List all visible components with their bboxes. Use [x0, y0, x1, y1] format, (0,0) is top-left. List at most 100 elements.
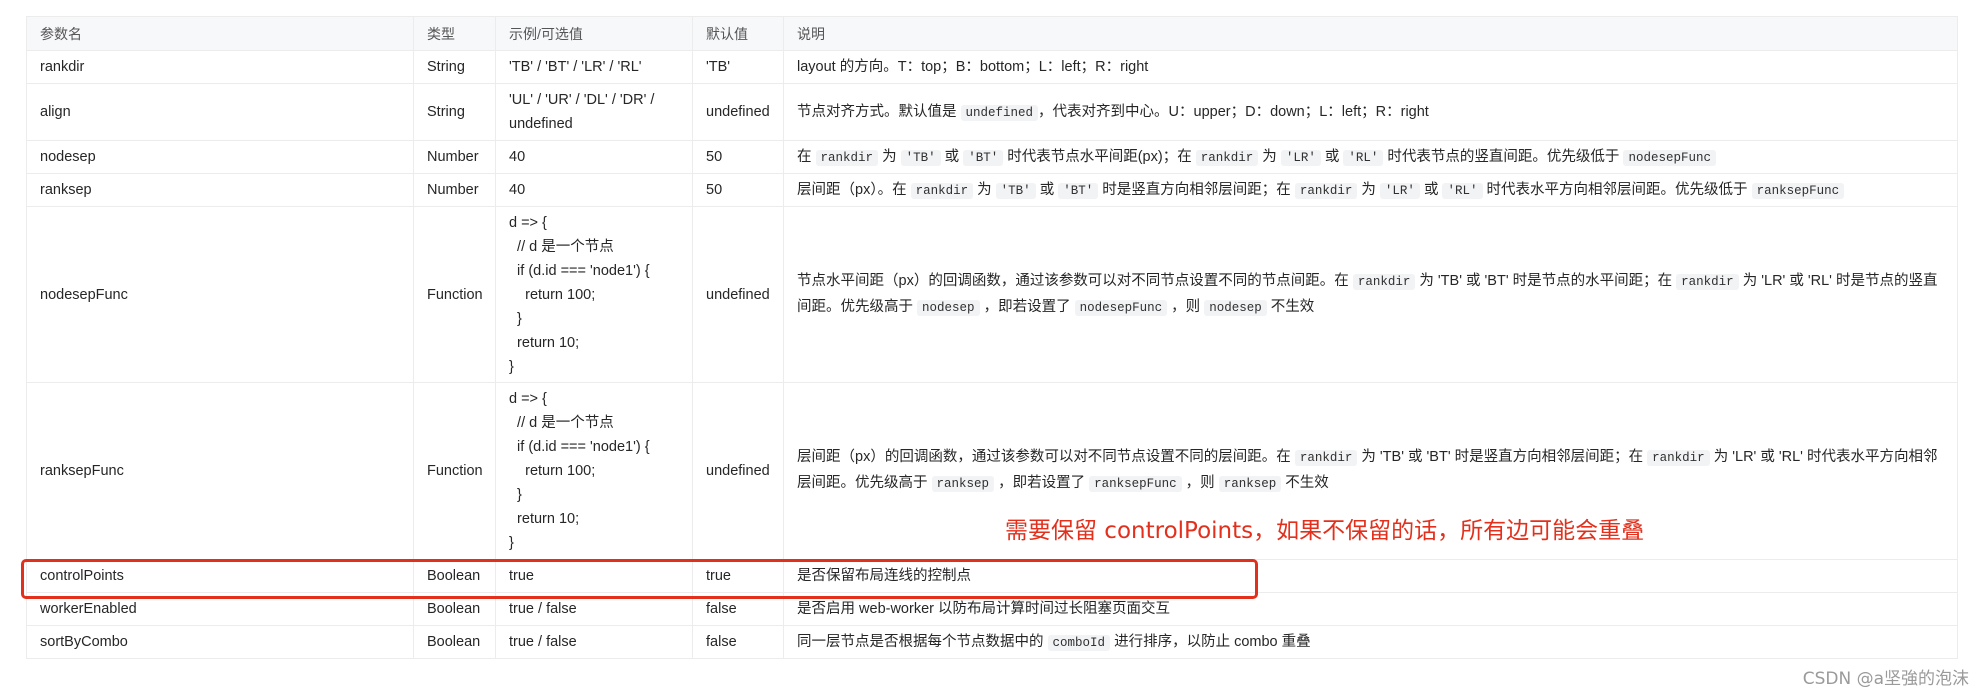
param-name: rankdir [26, 50, 414, 84]
inline-code: rankdir [1294, 182, 1358, 199]
param-name: nodesepFunc [26, 206, 414, 383]
desc-text: ，则 [1167, 298, 1205, 315]
desc-text: 或 [1419, 181, 1443, 198]
inline-code: undefined [960, 104, 1039, 121]
desc-text: 不生效 [1281, 475, 1329, 491]
desc-text: 时是竖直方向相邻层间距；在 [1098, 181, 1295, 198]
inline-code: nodesepFunc [1623, 149, 1716, 166]
inline-code: rankdir [1647, 450, 1710, 466]
param-example: d => { // d 是一个节点 if (d.id === 'node1') … [495, 382, 693, 560]
param-desc: 同一层节点是否根据每个节点数据中的 comboId 进行排序，以防止 combo… [783, 625, 1958, 659]
inline-code: comboId [1047, 634, 1111, 651]
desc-text: 在 [797, 148, 816, 165]
inline-code: nodesep [1204, 299, 1267, 316]
desc-text: 为 'TB' 或 'BT' 时是竖直方向相邻层间距；在 [1357, 449, 1648, 465]
param-default: 50 [692, 140, 784, 174]
table-header-row: 参数名 类型 示例/可选值 默认值 说明 [26, 16, 1958, 51]
param-type: String [413, 50, 496, 84]
inline-code: nodesep [917, 299, 980, 316]
header-type: 类型 [413, 16, 496, 51]
watermark: CSDN @a坚強的泡沫 [1802, 669, 1969, 689]
param-desc: 节点水平间距（px）的回调函数，通过该参数可以对不同节点设置不同的节点间距。在 … [783, 206, 1958, 383]
param-default: undefined [692, 206, 784, 383]
desc-text: 时代表节点的竖直间距。优先级低于 [1383, 148, 1624, 165]
inline-code: ranksepFunc [1751, 182, 1845, 199]
param-type: String [413, 83, 496, 141]
param-name: nodesep [26, 140, 414, 174]
inline-code: ranksep [931, 476, 995, 492]
inline-code: rankdir [1294, 450, 1358, 466]
param-type: Boolean [413, 625, 496, 659]
inline-code: ranksepFunc [1089, 476, 1182, 492]
param-name: ranksep [26, 173, 414, 207]
param-example: true / false [495, 625, 693, 659]
inline-code: 'RL' [1442, 182, 1483, 199]
inline-code: rankdir [1195, 149, 1259, 166]
param-example: 40 [495, 140, 693, 174]
desc-text: 为 [973, 181, 996, 198]
desc-text: 为 [878, 148, 901, 165]
desc-text: 节点水平间距（px）的回调函数，通过该参数可以对不同节点设置不同的节点间距。在 [797, 272, 1353, 289]
desc-text: 或 [940, 148, 964, 165]
param-default: undefined [692, 83, 784, 141]
param-desc: layout 的方向。T：top；B：bottom；L：left；R：right [783, 50, 1958, 84]
param-desc: 层间距（px）。在 rankdir 为 'TB' 或 'BT' 时是竖直方向相邻… [783, 173, 1958, 207]
desc-text: 层间距（px）的回调函数，通过该参数可以对不同节点设置不同的层间距。在 [797, 449, 1295, 465]
param-example: d => { // d 是一个节点 if (d.id === 'node1') … [495, 206, 693, 383]
header-example: 示例/可选值 [495, 16, 693, 51]
inline-code: 'RL' [1343, 149, 1384, 166]
table-row: sortByCombo Boolean true / false false 同… [26, 625, 1958, 659]
desc-text: ，即若设置了 [979, 298, 1075, 315]
param-type: Number [413, 140, 496, 174]
desc-text: 同一层节点是否根据每个节点数据中的 [797, 633, 1048, 650]
inline-code: rankdir [815, 149, 879, 166]
desc-text: 时代表水平方向相邻层间距。优先级低于 [1482, 181, 1752, 198]
table-row: ranksep Number 40 50 层间距（px）。在 rankdir 为… [26, 173, 1958, 207]
param-default: undefined [692, 382, 784, 560]
table-row: align String 'UL' / 'UR' / 'DL' / 'DR' /… [26, 83, 1958, 141]
param-default: 'TB' [692, 50, 784, 84]
table-row: ranksepFunc Function d => { // d 是一个节点 i… [26, 382, 1958, 560]
header-name: 参数名 [26, 16, 414, 51]
param-type: Number [413, 173, 496, 207]
inline-code: 'TB' [900, 149, 941, 166]
param-desc: 节点对齐方式。默认值是 undefined ，代表对齐到中心。U：upper；D：… [783, 83, 1958, 141]
param-type: Function [413, 382, 496, 560]
inline-code: rankdir [1676, 273, 1739, 290]
param-name: sortByCombo [26, 625, 414, 659]
header-default: 默认值 [692, 16, 784, 51]
param-example: 40 [495, 173, 693, 207]
param-default: 50 [692, 173, 784, 207]
desc-text: 节点对齐方式。默认值是 [797, 103, 961, 120]
inline-code: ranksep [1218, 476, 1282, 492]
inline-code: 'LR' [1280, 149, 1321, 166]
desc-text: ，代表对齐到中心。U：upper；D：down；L：left；R：right [1038, 103, 1429, 120]
param-desc: 在 rankdir 为 'TB' 或 'BT' 时代表节点水平间距(px)；在 … [783, 140, 1958, 174]
param-type: Function [413, 206, 496, 383]
table-row: nodesep Number 40 50 在 rankdir 为 'TB' 或 … [26, 140, 1958, 174]
header-desc: 说明 [783, 16, 1958, 51]
inline-code: 'TB' [995, 182, 1036, 199]
desc-text: ，即若设置了 [994, 475, 1090, 491]
inline-code: 'LR' [1379, 182, 1420, 199]
desc-text: 或 [1035, 181, 1059, 198]
desc-text: ，则 [1181, 475, 1219, 491]
param-name: align [26, 83, 414, 141]
annotation-text: 需要保留 controlPoints，如果不保留的话，所有边可能会重叠 [1005, 518, 1645, 544]
desc-text: 为 [1357, 181, 1380, 198]
inline-code: 'BT' [963, 149, 1004, 166]
desc-text: 层间距（px）。在 [797, 181, 911, 198]
example-line: undefined [509, 116, 573, 132]
inline-code: nodesepFunc [1074, 299, 1168, 316]
desc-text: 不生效 [1266, 298, 1315, 315]
table-row: nodesepFunc Function d => { // d 是一个节点 i… [26, 206, 1958, 383]
table-row: rankdir String 'TB' / 'BT' / 'LR' / 'RL'… [26, 50, 1958, 84]
param-name: ranksepFunc [26, 382, 414, 560]
desc-text: 为 [1258, 148, 1281, 165]
param-default: false [692, 625, 784, 659]
desc-text: 为 'TB' 或 'BT' 时是节点的水平间距；在 [1415, 272, 1677, 289]
inline-code: rankdir [910, 182, 974, 199]
param-example: 'TB' / 'BT' / 'LR' / 'RL' [495, 50, 693, 84]
desc-text: 或 [1320, 148, 1344, 165]
desc-text: 进行排序，以防止 combo 重叠 [1110, 633, 1311, 650]
